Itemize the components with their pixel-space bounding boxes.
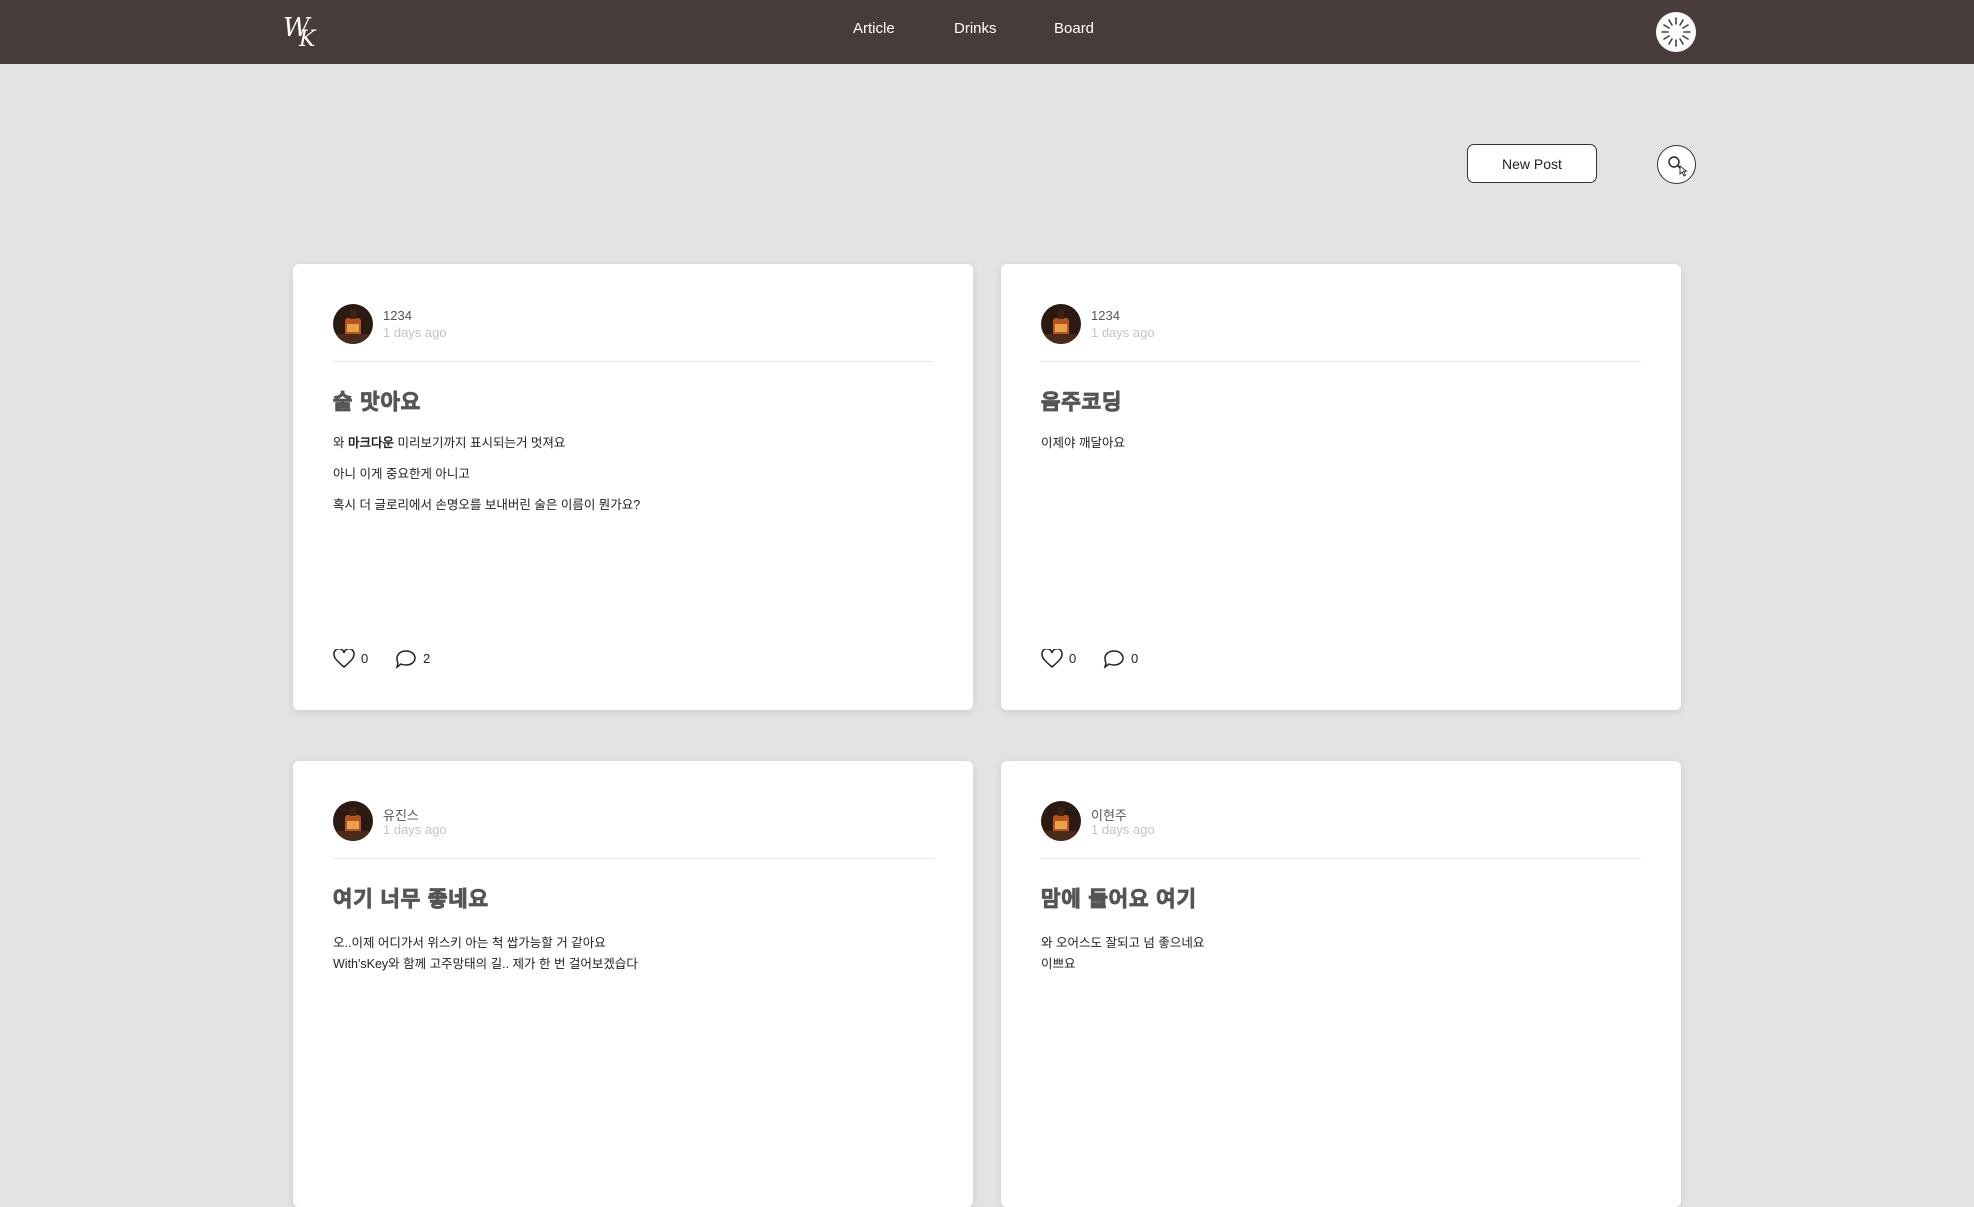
divider <box>333 361 933 362</box>
post-author: 1234 <box>1091 308 1120 323</box>
post-card[interactable]: 유진스 1 days ago 여기 너무 좋네요 오..이제 어디가서 위스키 … <box>293 761 973 1207</box>
post-author: 1234 <box>383 308 412 323</box>
divider <box>1041 858 1641 859</box>
divider <box>333 858 933 859</box>
heart-icon <box>1041 649 1063 668</box>
post-title: 맘에 들어요 여기 <box>1041 888 1197 912</box>
divider <box>1041 361 1641 362</box>
search-button[interactable] <box>1657 145 1696 184</box>
post-title: 여기 너무 좋네요 <box>333 888 489 912</box>
post-body-line: 와 마크다운 미리보기까지 표시되는거 멋져요 <box>333 436 566 450</box>
post-body: 오..이제 어디가서 위스키 아는 척 쌉가능할 거 같아요 With'sKey… <box>333 933 933 975</box>
post-body: 와 오어스도 잘되고 넘 좋으네요 이쁘요 <box>1041 933 1641 975</box>
profile-button[interactable] <box>1656 12 1696 52</box>
loading-spinner-icon <box>1661 17 1691 47</box>
post-body-line: 혹시 더 글로리에서 손명오를 보내버린 술은 이름이 뭔가요? <box>333 498 641 512</box>
post-card[interactable]: 1234 1 days ago 술 맛아요 와 마크다운 미리보기까지 표시되는… <box>293 264 973 710</box>
heart-icon <box>333 649 355 668</box>
post-body: 이제야 깨달아요 <box>1041 436 1641 467</box>
top-navbar: W K Article Drinks Board <box>0 0 1974 64</box>
logo[interactable]: W K <box>283 12 327 52</box>
post-body-line: 와 오어스도 잘되고 넘 좋으네요 <box>1041 936 1205 950</box>
avatar <box>1041 304 1081 344</box>
avatar <box>333 801 373 841</box>
comment-icon <box>1103 650 1124 669</box>
post-body-line: 오..이제 어디가서 위스키 아는 척 쌉가능할 거 같아요 <box>333 936 606 950</box>
post-body-line: 이제야 깨달아요 <box>1041 436 1125 450</box>
post-title: 음주코딩 <box>1040 391 1123 415</box>
nav-link-drinks[interactable]: Drinks <box>954 20 997 37</box>
post-body-line: 이쁘요 <box>1041 957 1076 971</box>
post-body-line: With'sKey와 함께 고주망태의 길.. 제가 한 번 걸어보겠습다 <box>333 957 638 971</box>
comment-count: 2 <box>423 651 431 666</box>
comment-icon <box>395 650 416 669</box>
post-card[interactable]: 1234 1 days ago 음주코딩 이제야 깨달아요 0 0 <box>1001 264 1681 710</box>
post-card[interactable]: 이현주 1 days ago 맘에 들어요 여기 와 오어스도 잘되고 넘 좋으… <box>1001 761 1681 1207</box>
new-post-button[interactable]: New Post <box>1467 144 1597 183</box>
post-body: 와 마크다운 미리보기까지 표시되는거 멋져요 아니 이게 중요한게 아니고 혹… <box>333 436 933 529</box>
nav-link-board[interactable]: Board <box>1054 20 1094 37</box>
post-body-line: 아니 이게 중요한게 아니고 <box>333 467 470 481</box>
avatar <box>333 304 373 344</box>
logo-letter-k: K <box>299 27 316 52</box>
post-time: 1 days ago <box>383 325 447 340</box>
search-icon <box>1668 156 1688 177</box>
post-title: 술 맛아요 <box>332 391 422 415</box>
post-time: 1 days ago <box>383 822 447 837</box>
avatar <box>1041 801 1081 841</box>
nav-link-article[interactable]: Article <box>853 20 895 37</box>
like-count: 0 <box>1069 651 1077 666</box>
like-count: 0 <box>361 651 369 666</box>
post-time: 1 days ago <box>1091 325 1155 340</box>
post-time: 1 days ago <box>1091 822 1155 837</box>
comment-count: 0 <box>1131 651 1139 666</box>
